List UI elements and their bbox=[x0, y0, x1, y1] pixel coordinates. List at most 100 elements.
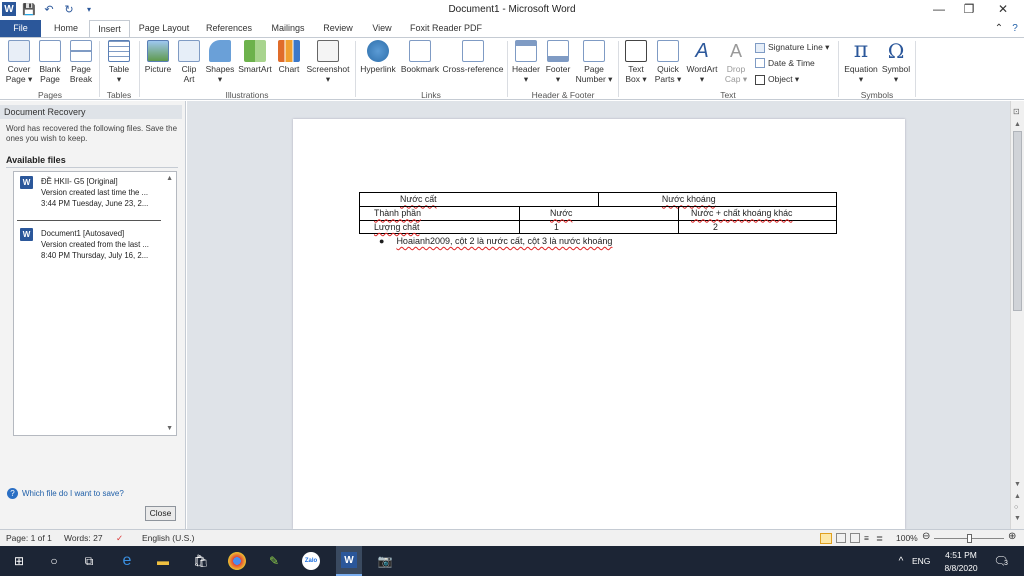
table-cell[interactable]: Nước bbox=[519, 206, 679, 221]
notification-count: 3 bbox=[1004, 560, 1008, 567]
clock-time: 4:51 PM bbox=[945, 550, 977, 560]
search-icon[interactable]: ○ bbox=[45, 552, 63, 570]
task-view-icon[interactable]: ⧉ bbox=[80, 552, 98, 570]
tab-home[interactable]: Home bbox=[47, 21, 85, 37]
clock[interactable]: 4:51 PM 8/8/2020 bbox=[944, 550, 978, 573]
document-page[interactable]: Nước cất Nước khoáng Thành phần Nước Nướ… bbox=[293, 119, 905, 529]
tab-file[interactable]: File bbox=[0, 20, 41, 37]
file-timestamp: 3:44 PM Tuesday, June 23, 2... bbox=[41, 199, 149, 208]
scrollbar-thumb[interactable] bbox=[1013, 131, 1022, 311]
recovered-file-list[interactable]: W ĐỀ HKII- G5 [Original] Version created… bbox=[13, 171, 177, 436]
restore-button[interactable]: ❐ bbox=[954, 2, 984, 18]
hyperlink-button[interactable]: Hyperlink bbox=[358, 40, 398, 74]
scroll-down-icon[interactable]: ▼ bbox=[166, 425, 173, 432]
document-area[interactable]: Nước cất Nước khoáng Thành phần Nước Nướ… bbox=[187, 101, 1010, 529]
help-icon[interactable]: ? bbox=[1008, 21, 1022, 37]
scroll-up-icon[interactable]: ▲ bbox=[166, 175, 173, 182]
drop-cap-button[interactable]: A Drop Cap ▾ bbox=[722, 40, 750, 84]
bookmark-button[interactable]: Bookmark bbox=[399, 40, 441, 74]
bullet-item[interactable]: ● Hoaianh2009, cột 2 là nước cất, cột 3 … bbox=[379, 236, 612, 246]
zalo-icon[interactable]: Zalo bbox=[302, 552, 320, 570]
unikey-icon[interactable]: ✎ bbox=[265, 552, 283, 570]
tab-insert[interactable]: Insert bbox=[89, 20, 130, 37]
previous-page-icon[interactable]: ▲ bbox=[1014, 493, 1021, 500]
zoom-slider-thumb[interactable] bbox=[967, 534, 972, 543]
tab-references[interactable]: References bbox=[200, 21, 258, 37]
vertical-scrollbar[interactable]: ⊡ ▲ ▼ ▲ ○ ▼ bbox=[1010, 101, 1024, 529]
smartart-button[interactable]: SmartArt bbox=[237, 40, 273, 74]
date-time-button[interactable]: Date & Time bbox=[755, 58, 815, 68]
edge-icon[interactable]: e bbox=[118, 552, 136, 570]
table-cell[interactable]: Lượng chất bbox=[359, 219, 520, 234]
table-cell[interactable]: Nước khoáng bbox=[597, 192, 837, 207]
table-cell[interactable]: Thành phần bbox=[359, 206, 520, 221]
smartart-label: SmartArt bbox=[238, 64, 272, 74]
symbol-button[interactable]: Ω Symbol ▾ bbox=[881, 40, 911, 84]
header-button[interactable]: Header ▾ bbox=[510, 40, 542, 84]
wordart-button[interactable]: A WordArt ▾ bbox=[684, 40, 720, 84]
cross-reference-button[interactable]: Cross-reference bbox=[442, 40, 504, 74]
equation-button[interactable]: π Equation ▾ bbox=[842, 40, 880, 85]
data-table[interactable]: Nước cất Nước khoáng bbox=[359, 192, 837, 207]
picture-button[interactable]: Picture bbox=[142, 40, 174, 74]
table-row: Nước cất Nước khoáng bbox=[359, 192, 837, 207]
camera-icon[interactable]: 📷 bbox=[376, 552, 394, 570]
screenshot-button[interactable]: Screenshot ▾ bbox=[305, 40, 351, 84]
data-table[interactable]: Thành phần Nước Nước + chất khoáng khác … bbox=[359, 206, 837, 234]
show-hidden-icons-icon[interactable]: ^ bbox=[892, 552, 910, 570]
zoom-out-icon[interactable]: ⊖ bbox=[922, 531, 930, 542]
table-cell[interactable]: 1 bbox=[519, 219, 679, 234]
language-indicator[interactable]: English (U.S.) bbox=[142, 533, 194, 543]
scroll-up-icon[interactable]: ▲ bbox=[1014, 121, 1021, 128]
table-cell[interactable]: Nước + chất khoáng khác bbox=[678, 206, 837, 221]
store-icon[interactable]: 🛍 bbox=[192, 552, 210, 570]
zoom-in-icon[interactable]: ⊕ bbox=[1008, 531, 1016, 542]
close-recovery-button[interactable]: Close bbox=[145, 506, 176, 521]
recovered-file-item[interactable]: W ĐỀ HKII- G5 [Original] Version created… bbox=[20, 176, 165, 214]
windows-start-icon[interactable]: ⊞ bbox=[10, 552, 28, 570]
tab-foxit-reader-pdf[interactable]: Foxit Reader PDF bbox=[406, 21, 486, 37]
ruler-toggle-icon[interactable]: ⊡ bbox=[1013, 107, 1020, 116]
cover-page-button[interactable]: Cover Page ▾ bbox=[4, 40, 34, 84]
footer-button[interactable]: Footer ▾ bbox=[543, 40, 573, 84]
recovered-file-item[interactable]: W Document1 [Autosaved] Version created … bbox=[20, 228, 165, 266]
help-link[interactable]: ? Which file do I want to save? bbox=[7, 488, 124, 499]
chart-button[interactable]: Chart bbox=[275, 40, 303, 74]
shapes-button[interactable]: Shapes ▾ bbox=[204, 40, 236, 84]
scroll-down-icon[interactable]: ▼ bbox=[1014, 481, 1021, 488]
proofing-icon[interactable]: ✓ bbox=[116, 533, 123, 544]
browse-object-icon[interactable]: ○ bbox=[1014, 504, 1018, 511]
draft-icon[interactable]: ≣ bbox=[876, 533, 883, 544]
object-button[interactable]: Object ▾ bbox=[755, 74, 799, 85]
word-taskbar-icon[interactable]: W bbox=[336, 546, 362, 576]
outline-icon[interactable]: ≡ bbox=[864, 533, 869, 543]
blank-page-button[interactable]: Blank Page bbox=[36, 40, 64, 84]
input-language[interactable]: ENG bbox=[912, 556, 930, 566]
page-number-button[interactable]: Page Number ▾ bbox=[574, 40, 614, 84]
tab-review[interactable]: Review bbox=[318, 21, 358, 37]
table-button[interactable]: Table ▾ bbox=[103, 40, 135, 84]
tab-page-layout[interactable]: Page Layout bbox=[134, 21, 194, 37]
page-count[interactable]: Page: 1 of 1 bbox=[6, 533, 52, 543]
close-window-button[interactable]: ✕ bbox=[988, 2, 1018, 18]
file-explorer-icon[interactable]: ▬ bbox=[154, 552, 172, 570]
minimize-ribbon-icon[interactable]: ⌃ bbox=[992, 21, 1006, 37]
full-screen-reading-icon[interactable] bbox=[836, 533, 846, 543]
tab-view[interactable]: View bbox=[364, 21, 400, 37]
table-cell[interactable]: Nước cất bbox=[359, 192, 599, 207]
minimize-button[interactable]: — bbox=[924, 2, 954, 18]
signature-line-button[interactable]: Signature Line ▾ bbox=[755, 42, 829, 53]
quick-parts-button[interactable]: Quick Parts ▾ bbox=[653, 40, 683, 84]
tab-mailings[interactable]: Mailings bbox=[264, 21, 312, 37]
text-box-button[interactable]: Text Box ▾ bbox=[621, 40, 651, 84]
web-layout-icon[interactable] bbox=[850, 533, 860, 543]
next-page-icon[interactable]: ▼ bbox=[1014, 515, 1021, 522]
chrome-icon[interactable] bbox=[228, 552, 246, 570]
table-cell[interactable]: 2 bbox=[678, 219, 837, 234]
object-icon bbox=[755, 74, 765, 85]
zoom-level[interactable]: 100% bbox=[896, 533, 918, 543]
clip-art-button[interactable]: Clip Art bbox=[176, 40, 202, 84]
print-layout-icon[interactable] bbox=[820, 533, 832, 544]
page-break-button[interactable]: Page Break bbox=[66, 40, 96, 84]
word-count[interactable]: Words: 27 bbox=[64, 533, 103, 543]
